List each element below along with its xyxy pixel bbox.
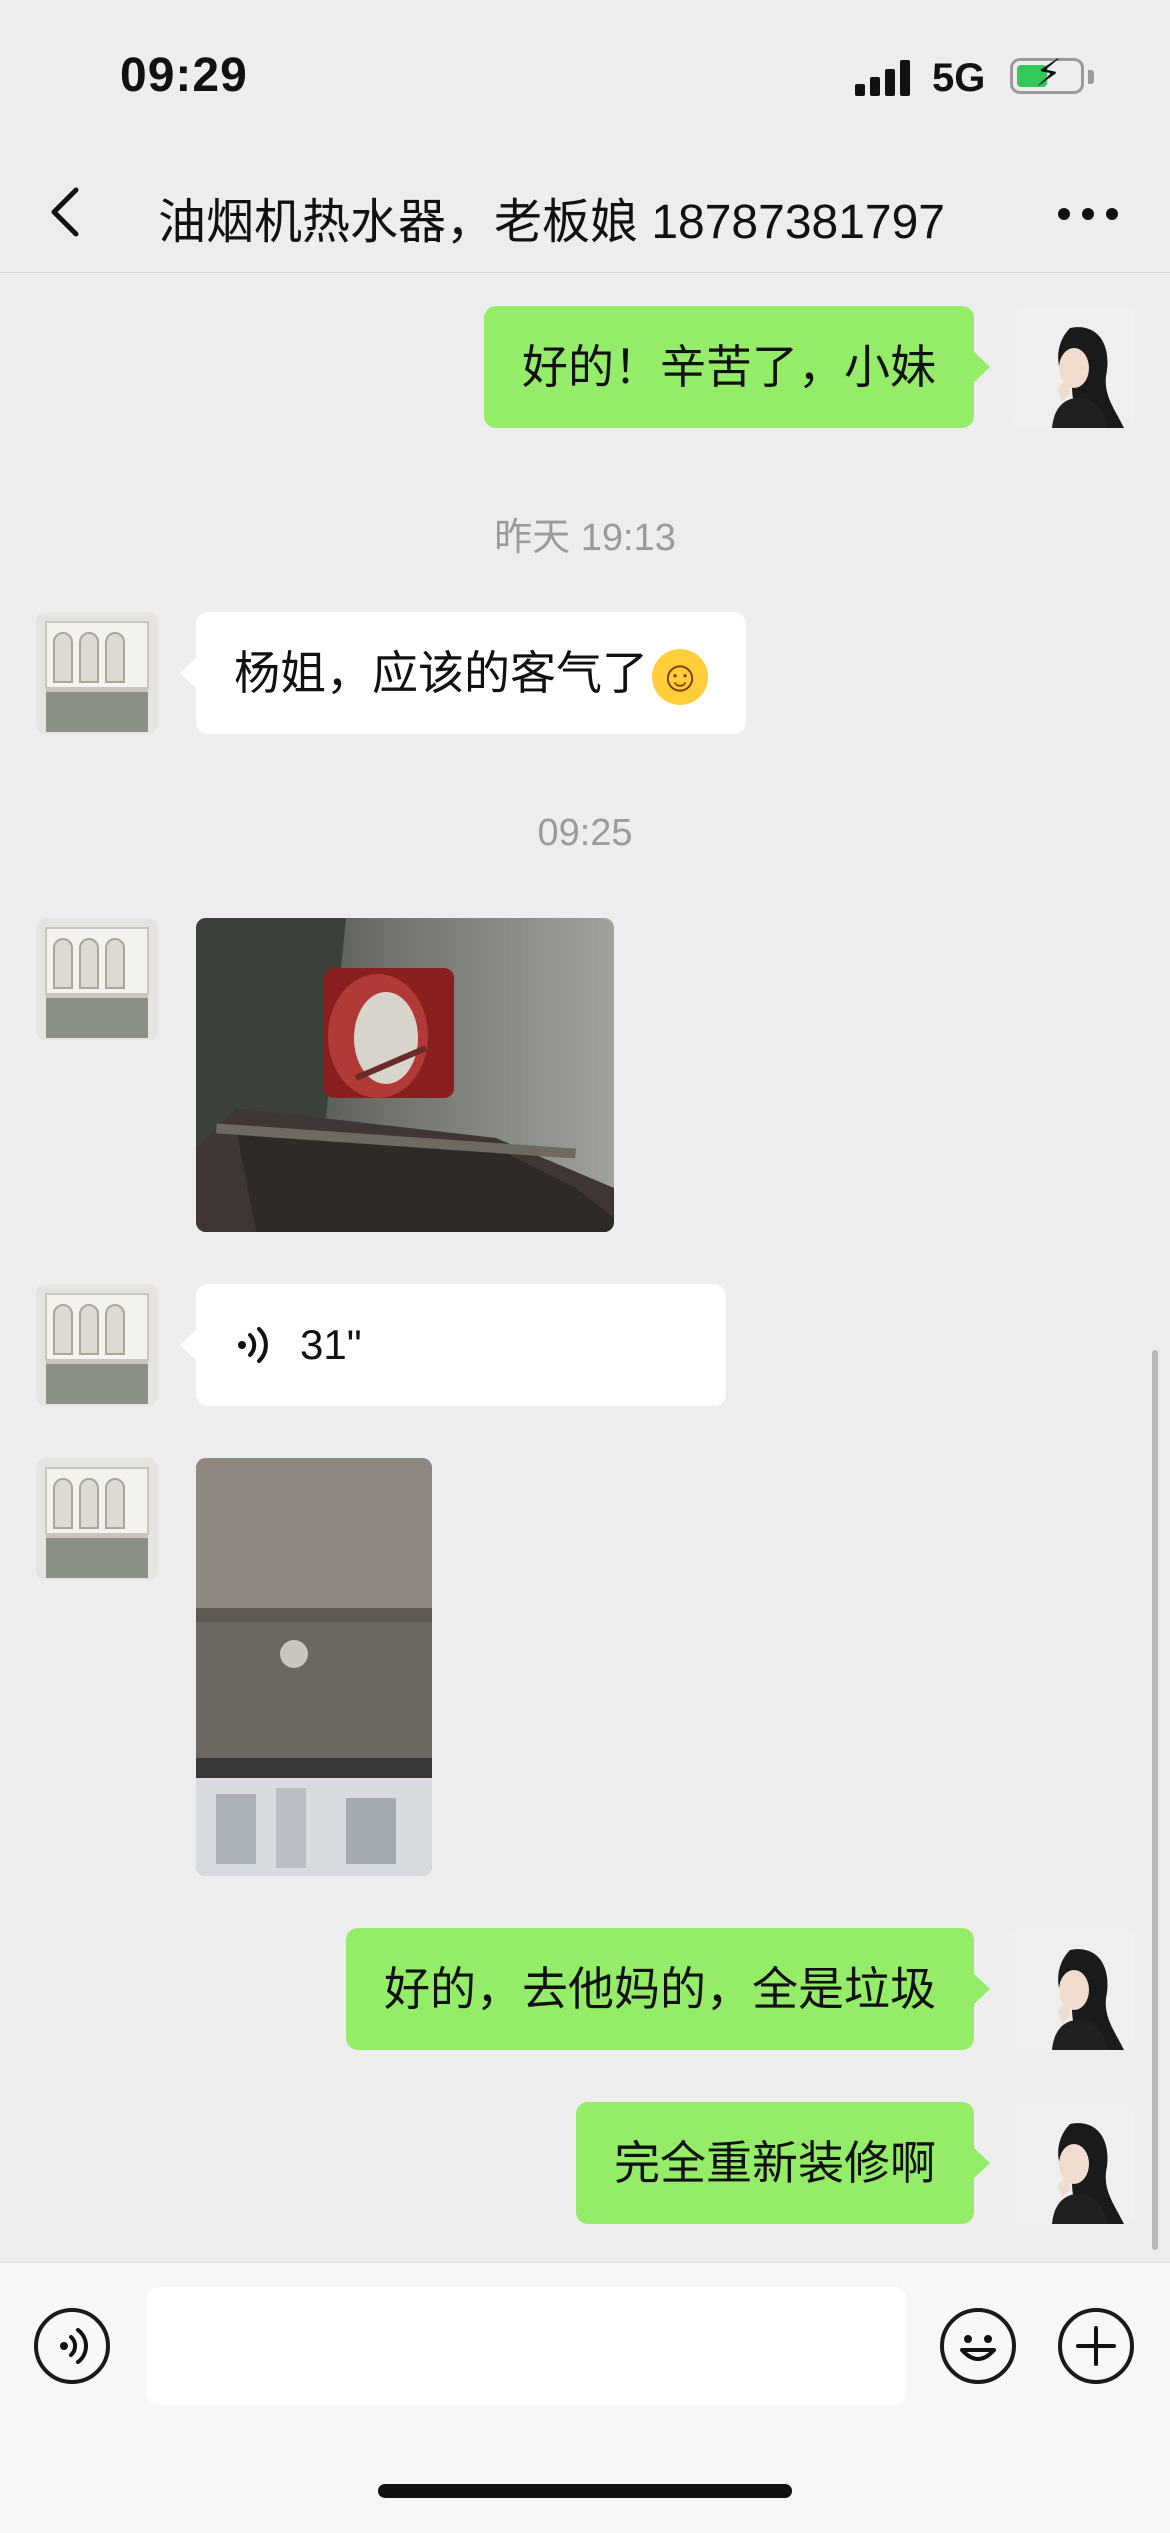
contact-avatar[interactable] xyxy=(36,918,158,1040)
message-text: 好的，去他妈的，全是垃圾 xyxy=(384,1963,936,2015)
message-bubble-incoming[interactable]: 杨姐，应该的客气了 ☺ xyxy=(180,612,746,734)
chat-header: 油烟机热水器，老板娘 18787381797 xyxy=(0,150,1170,273)
message-text: 杨姐，应该的客气了 xyxy=(234,647,648,699)
status-bar: 09:29 5G ⚡ xyxy=(0,0,1170,150)
message-bubble-outgoing[interactable]: 好的，去他妈的，全是垃圾 xyxy=(346,1928,990,2050)
home-indicator[interactable] xyxy=(378,2484,792,2498)
image-message[interactable] xyxy=(196,1458,432,1876)
battery-tip xyxy=(1088,70,1094,84)
contact-avatar[interactable] xyxy=(36,1458,158,1580)
chat-title: 油烟机热水器，老板娘 18787381797 xyxy=(158,196,945,249)
contact-avatar[interactable] xyxy=(36,612,158,734)
plus-button[interactable] xyxy=(1058,2308,1134,2384)
smile-emoji-icon: ☺ xyxy=(652,648,708,705)
battery-icon: ⚡ xyxy=(1010,55,1084,94)
my-avatar[interactable] xyxy=(1012,1928,1134,2050)
timestamp: 09:25 xyxy=(537,812,633,854)
emoji-button[interactable] xyxy=(940,2308,1016,2384)
network-type: 5G xyxy=(932,56,986,100)
signal-icon xyxy=(855,58,915,96)
voice-duration: 31" xyxy=(300,1321,362,1368)
back-button[interactable] xyxy=(40,170,120,250)
message-bubble-outgoing[interactable]: 完全重新装修啊 xyxy=(576,2102,990,2224)
my-avatar[interactable] xyxy=(1012,306,1134,428)
voice-wave-icon xyxy=(238,1327,268,1363)
emoji-icon xyxy=(960,2335,996,2361)
message-text: 完全重新装修啊 xyxy=(614,2137,936,2189)
chevron-left-icon xyxy=(51,187,79,237)
voice-input-icon xyxy=(60,2328,88,2364)
my-avatar[interactable] xyxy=(1012,2102,1134,2224)
voice-input-button[interactable] xyxy=(34,2308,110,2384)
message-bubble-outgoing[interactable]: 好的！辛苦了，小妹 xyxy=(484,306,990,428)
timestamp: 昨天 19:13 xyxy=(494,517,676,559)
message-text: 好的！辛苦了，小妹 xyxy=(522,341,936,393)
image-message[interactable] xyxy=(196,918,614,1232)
scrollbar[interactable] xyxy=(1152,1350,1158,2250)
voice-message[interactable]: 31" xyxy=(180,1284,726,1406)
more-button[interactable] xyxy=(1050,172,1130,252)
contact-avatar[interactable] xyxy=(36,1284,158,1406)
status-time: 09:29 xyxy=(120,49,248,102)
message-input[interactable] xyxy=(146,2287,906,2405)
plus-icon xyxy=(1076,2326,1116,2366)
